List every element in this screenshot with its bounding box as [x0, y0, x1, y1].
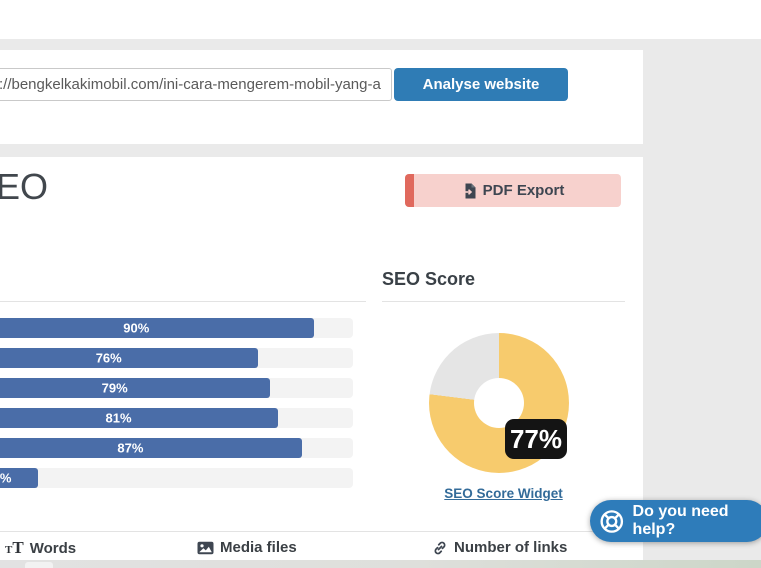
analyse-website-button[interactable]: Analyse website	[394, 68, 568, 101]
stats-row-divider	[0, 531, 643, 532]
bar-value-label: 20%	[0, 470, 12, 486]
seo-score-widget-link[interactable]: SEO Score Widget	[382, 486, 625, 501]
help-button-label: Do you need help?	[632, 503, 729, 538]
stat-words: TT Words	[5, 539, 76, 557]
stat-number-of-links: Number of links	[432, 539, 567, 556]
bar-track: 90%	[0, 318, 353, 338]
seo-score-heading: SEO Score	[382, 269, 476, 289]
bottom-cutoff-bar	[0, 560, 761, 568]
pdf-export-button[interactable]: PDF Export	[405, 174, 621, 207]
left-section-divider	[0, 301, 366, 302]
pdf-button-accent-stripe	[405, 174, 414, 207]
stat-number-of-links-label: Number of links	[454, 539, 568, 556]
stat-words-label: Words	[29, 539, 77, 557]
bar-value-label: 79%	[101, 380, 128, 396]
bar-track: 76%	[0, 348, 353, 368]
bar-track: 20%	[0, 468, 353, 488]
help-button[interactable]: Do you need help?	[590, 500, 761, 542]
bar-value-label: 81%	[105, 410, 132, 426]
pdf-export-label: PDF Export	[482, 182, 565, 199]
bar-track: 81%	[0, 408, 353, 428]
bottom-cutoff-chip	[25, 562, 53, 568]
bar-fill: 90%	[0, 318, 314, 338]
bar-fill: 79%	[0, 378, 271, 398]
bar-fill: 20%	[0, 468, 38, 488]
media-files-icon	[197, 541, 214, 554]
bar-track: 87%	[0, 438, 353, 458]
life-ring-icon	[600, 509, 624, 533]
bar-value-label: 76%	[95, 350, 122, 366]
seo-score-divider	[382, 301, 625, 302]
seo-subscores-bar-chart: 90%76% 79% 81% 87% 20%	[0, 318, 353, 498]
bar-track: 79%	[0, 378, 353, 398]
links-icon	[434, 541, 446, 554]
seo-checker-page: Analyse website EO PDF Export SEO Score …	[0, 0, 761, 568]
bar-value-label: 87%	[117, 440, 144, 456]
bar-fill: 87%	[0, 438, 302, 458]
bar-value-label: 90%	[123, 320, 150, 336]
stat-media-files-label: Media files	[220, 539, 297, 556]
words-text-icon: TT	[5, 538, 24, 557]
stat-media-files: Media files	[197, 539, 297, 556]
bar-fill: 76%	[0, 348, 259, 368]
seo-score-badge: 77%	[505, 419, 567, 459]
url-input[interactable]	[0, 68, 392, 101]
pdf-export-icon	[464, 183, 476, 198]
bar-fill: 81%	[0, 408, 279, 428]
page-title-clipped: EO	[0, 166, 49, 207]
